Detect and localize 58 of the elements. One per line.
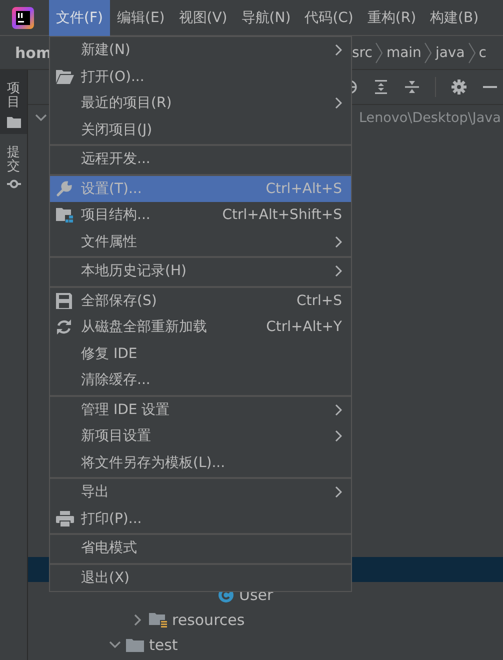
app-logo-icon [11, 6, 35, 30]
menu-title[interactable]: 导航(N) [234, 0, 298, 36]
breadcrumb-item[interactable]: main [386, 44, 422, 60]
side-tab[interactable]: 提交 [0, 134, 27, 196]
tree-item-label[interactable]: test [149, 636, 178, 654]
menu-item[interactable]: 全部保存(S) Ctrl+S [50, 288, 351, 314]
menu-item[interactable]: 最近的项目(R) [50, 90, 351, 116]
menu-item[interactable]: 省电模式 [50, 535, 351, 562]
wrench-icon [56, 180, 72, 197]
expand-all-icon[interactable] [373, 79, 389, 95]
reload-icon [56, 319, 72, 336]
menu-title[interactable]: 文件(F) [49, 0, 110, 36]
collapse-all-icon[interactable] [404, 79, 420, 95]
menu-title[interactable]: 构建(B) [423, 0, 486, 36]
chevron-down-icon[interactable] [35, 114, 47, 122]
menu-item[interactable]: 本地历史记录(H) [50, 258, 351, 284]
menu-item[interactable]: 新建(N) [50, 37, 351, 64]
shortcut-text: Ctrl+Alt+S [266, 180, 342, 197]
folder-icon [6, 116, 20, 128]
menu-item[interactable]: 将文件另存为模板(L)... [50, 450, 351, 476]
menu-item[interactable]: 项目结构... Ctrl+Alt+Shift+S [50, 202, 351, 228]
menu-title[interactable]: 重构(R) [360, 0, 424, 36]
menu-item[interactable]: 从磁盘全部重新加载 Ctrl+Alt+Y [50, 314, 351, 340]
chevron-down-icon[interactable] [109, 640, 121, 648]
menu-item[interactable]: 远程开发... [50, 146, 351, 172]
tree-item-label[interactable]: resources [172, 610, 245, 628]
side-tab[interactable]: 项目 [0, 70, 27, 134]
shortcut-text: Ctrl+S [296, 292, 342, 309]
breadcrumb-item[interactable]: c [478, 44, 486, 60]
menu-item[interactable]: 清除缓存... [50, 367, 351, 394]
menu-item[interactable]: 文件属性 [50, 228, 351, 255]
menu-item[interactable]: 关闭项目(J) [50, 116, 351, 143]
settings-icon[interactable] [451, 79, 467, 95]
menu-item[interactable]: 新项目设置 [50, 423, 351, 450]
folder-icon [126, 638, 144, 652]
menu-title[interactable]: 编辑(E) [110, 0, 172, 36]
breadcrumb-item[interactable]: java [435, 44, 465, 60]
project-structure-icon [56, 207, 74, 224]
chevron-separator-icon [468, 42, 476, 64]
menu-title[interactable]: 视图(V) [172, 0, 234, 36]
shortcut-text: Ctrl+Alt+Shift+S [222, 207, 342, 224]
menu-item[interactable]: 打开(O)... [50, 64, 351, 90]
chevron-separator-icon [375, 42, 384, 64]
breadcrumb-item[interactable]: src [352, 44, 372, 60]
menu-item[interactable]: 退出(X) [50, 564, 351, 591]
project-path: Lenovo\Desktop\Java [359, 110, 501, 126]
menu-title[interactable]: 代码(C) [298, 0, 360, 36]
chevron-separator-icon [424, 42, 432, 64]
menu-item[interactable]: 打印(P)... [50, 506, 351, 532]
chevron-right-icon[interactable] [134, 614, 142, 626]
menu-item[interactable]: 修复 IDE [50, 340, 351, 367]
menu-item[interactable]: 导出 [50, 479, 351, 506]
menu-item[interactable]: 管理 IDE 设置 [50, 396, 351, 423]
commit-icon [6, 179, 20, 190]
resources-folder-icon [149, 612, 167, 628]
shortcut-text: Ctrl+Alt+Y [266, 319, 342, 336]
folder-icon [56, 70, 74, 84]
printer-icon [56, 510, 74, 527]
